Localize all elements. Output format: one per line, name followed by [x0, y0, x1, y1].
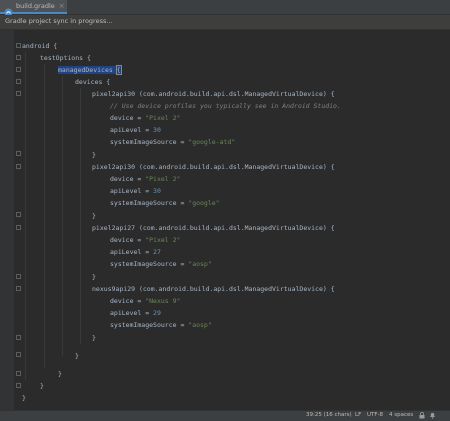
- indent-guide: [62, 76, 63, 356]
- code-line: pixel2api30 (com.android.build.api.dsl.M…: [92, 163, 335, 171]
- code-line: devices {: [75, 78, 111, 86]
- code-line: android {: [22, 42, 58, 50]
- cursor-position[interactable]: 39:25 (16 chars): [306, 412, 352, 418]
- file-encoding[interactable]: UTF-8: [367, 412, 383, 418]
- fold-marker[interactable]: [16, 286, 21, 291]
- fold-marker[interactable]: [16, 274, 21, 279]
- fold-marker[interactable]: [16, 383, 21, 388]
- code-line: systemImageSource = "google-atd": [110, 138, 236, 146]
- gradle-sync-banner: Gradle project sync in progress...: [0, 15, 450, 30]
- close-icon[interactable]: ×: [59, 2, 65, 10]
- code-line: }: [58, 370, 62, 378]
- fold-marker[interactable]: [16, 335, 21, 340]
- fold-marker[interactable]: [16, 212, 21, 217]
- lock-icon[interactable]: [419, 411, 425, 421]
- code-line: systemImageSource = "aosp": [110, 260, 212, 268]
- code-line: pixel2api27 (com.android.build.api.dsl.M…: [92, 224, 335, 232]
- line-separator[interactable]: LF: [355, 412, 361, 418]
- code-line: device = "Pixel 2": [110, 236, 181, 244]
- code-line: systemImageSource = "aosp": [110, 321, 212, 329]
- tab-build-gradle[interactable]: build.gradle ×: [0, 0, 67, 16]
- code-line: systemImageSource = "google": [110, 199, 220, 207]
- code-line: apiLevel = 29: [110, 309, 161, 317]
- code-line: apiLevel = 30: [110, 187, 161, 195]
- indent-guide: [25, 52, 26, 380]
- code-line: nexus9api29 (com.android.build.api.dsl.M…: [92, 285, 335, 293]
- code-line: device = "Nexus 9": [110, 297, 181, 305]
- status-bar: 39:25 (16 chars) LF UTF-8 4 spaces: [0, 410, 450, 421]
- code-line: pixel2api30 (com.android.build.api.dsl.M…: [92, 90, 335, 98]
- fold-marker[interactable]: [16, 164, 21, 169]
- indent-guide: [80, 88, 81, 344]
- code-line: }: [40, 382, 44, 390]
- code-line: }: [92, 334, 96, 342]
- sync-message: Gradle project sync in progress...: [5, 17, 113, 25]
- code-line: managedDevices {: [58, 65, 122, 75]
- code-line: apiLevel = 27: [110, 248, 161, 256]
- code-line: device = "Pixel 2": [110, 175, 181, 183]
- code-line: }: [92, 212, 96, 220]
- fold-marker[interactable]: [16, 55, 21, 60]
- code-line: }: [92, 273, 96, 281]
- code-line: }: [22, 394, 26, 402]
- code-line: apiLevel = 30: [110, 126, 161, 134]
- fold-marker[interactable]: [16, 151, 21, 156]
- fold-marker[interactable]: [16, 352, 21, 357]
- code-line: }: [75, 352, 79, 360]
- code-line: device = "Pixel 2": [110, 114, 181, 122]
- code-line: testOptions {: [40, 54, 91, 62]
- fold-marker[interactable]: [16, 371, 21, 376]
- fold-marker[interactable]: [16, 225, 21, 230]
- code-line: }: [92, 151, 96, 159]
- editor-tab-bar: build.gradle ×: [0, 0, 450, 16]
- code-editor[interactable]: android { testOptions { managedDevices {…: [0, 30, 450, 411]
- code-line: // Use device profiles you typically see…: [110, 102, 341, 110]
- indent-guide: [44, 64, 45, 368]
- fold-marker[interactable]: [16, 43, 21, 48]
- gradle-file-icon: [4, 2, 13, 16]
- fold-marker[interactable]: [16, 79, 21, 84]
- tab-label: build.gradle: [16, 2, 55, 10]
- notifications-icon[interactable]: [429, 412, 436, 421]
- fold-marker[interactable]: [16, 91, 21, 96]
- indent-setting[interactable]: 4 spaces: [389, 412, 413, 418]
- fold-marker[interactable]: [16, 67, 21, 72]
